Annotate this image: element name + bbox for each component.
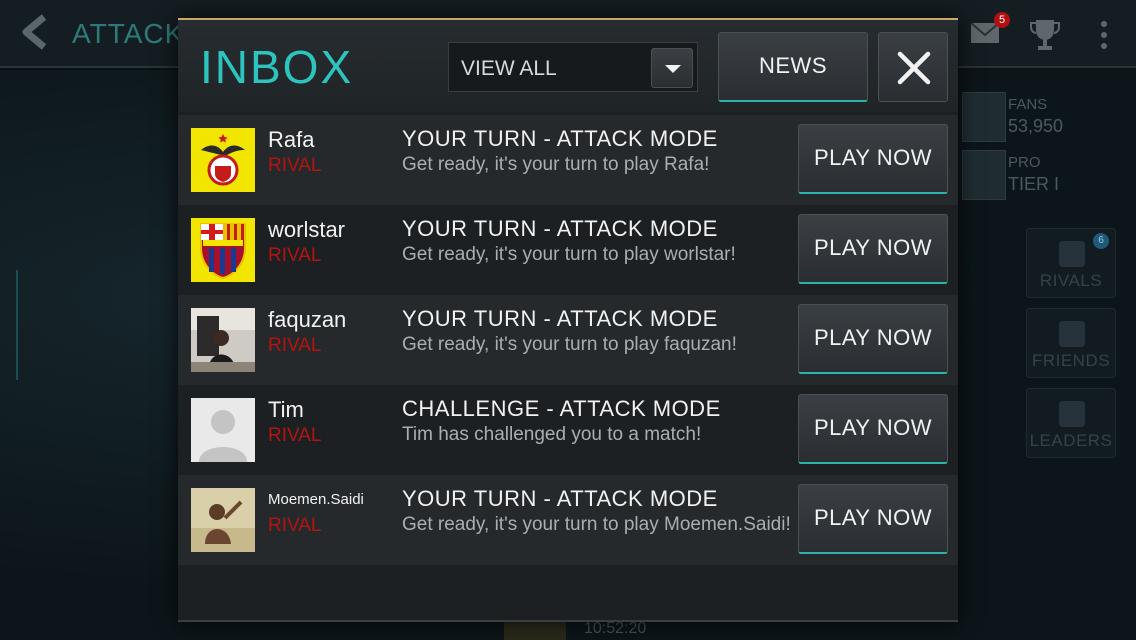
tier-stat: PRO TIER I xyxy=(962,150,1132,202)
role-badge: RIVAL xyxy=(268,515,322,536)
role-badge: RIVAL xyxy=(268,425,322,446)
username: worlstar xyxy=(268,217,346,242)
message-title: YOUR TURN - ATTACK MODE xyxy=(402,306,718,331)
rivals-label: RIVALS xyxy=(1039,271,1103,290)
fans-thumbnail xyxy=(962,92,1006,142)
background-bottom-thumb xyxy=(504,620,566,640)
message-title: YOUR TURN - ATTACK MODE xyxy=(402,126,718,151)
message-row: Moemen.Saidi RIVAL YOUR TURN - ATTACK MO… xyxy=(178,475,958,565)
username: Moemen.Saidi xyxy=(268,491,364,508)
trophy-icon[interactable] xyxy=(1030,18,1060,52)
role-badge: RIVAL xyxy=(268,155,322,176)
fans-label: FANS xyxy=(1008,96,1048,113)
news-button[interactable]: NEWS xyxy=(718,32,868,102)
play-now-button[interactable]: PLAY NOW xyxy=(798,484,948,554)
more-options-icon[interactable] xyxy=(1098,20,1110,50)
rivals-icon xyxy=(1059,241,1085,267)
filter-value: VIEW ALL xyxy=(461,57,557,80)
tier-thumbnail xyxy=(962,150,1006,200)
inbox-header: INBOX VIEW ALL NEWS xyxy=(178,20,958,112)
leaders-tile[interactable]: LEADERS xyxy=(1026,388,1116,458)
friends-tile[interactable]: FRIENDS xyxy=(1026,308,1116,378)
close-button[interactable] xyxy=(878,32,948,102)
message-body: Tim has challenged you to a match! xyxy=(402,424,702,445)
username: Rafa xyxy=(268,127,315,152)
role-badge: RIVAL xyxy=(268,245,322,266)
message-row: Rafa RIVAL YOUR TURN - ATTACK MODE Get r… xyxy=(178,115,958,205)
default-avatar-icon xyxy=(191,398,255,462)
user-photo xyxy=(191,308,255,372)
fans-stat: FANS 53,950 xyxy=(962,92,1132,144)
message-title: YOUR TURN - ATTACK MODE xyxy=(402,216,718,241)
chevron-down-icon xyxy=(665,65,681,73)
message-title: CHALLENGE - ATTACK MODE xyxy=(402,396,721,421)
message-body: Get ready, it's your turn to play faquza… xyxy=(402,334,737,355)
background-screen-title: ATTACK xyxy=(72,18,185,49)
leaders-label: LEADERS xyxy=(1029,431,1113,450)
message-row: Tim RIVAL CHALLENGE - ATTACK MODE Tim ha… xyxy=(178,385,958,475)
role-badge: RIVAL xyxy=(268,335,322,356)
tier-value: TIER I xyxy=(1008,174,1060,194)
message-row: worlstar RIVAL YOUR TURN - ATTACK MODE G… xyxy=(178,205,958,295)
rivals-tile[interactable]: 6 RIVALS xyxy=(1026,228,1116,298)
message-list: Rafa RIVAL YOUR TURN - ATTACK MODE Get r… xyxy=(178,115,958,565)
message-title: YOUR TURN - ATTACK MODE xyxy=(402,486,718,511)
background-glow xyxy=(0,270,18,380)
inbox-modal: INBOX VIEW ALL NEWS Rafa RIVAL YOUR TURN… xyxy=(178,18,958,622)
message-body: Get ready, it's your turn to play worlst… xyxy=(402,244,736,265)
leaders-icon xyxy=(1059,401,1085,427)
play-now-button[interactable]: PLAY NOW xyxy=(798,394,948,464)
username: Tim xyxy=(268,397,304,422)
user-photo xyxy=(191,488,255,552)
filter-dropdown[interactable]: VIEW ALL xyxy=(448,42,698,92)
background-timer: 10:52:20 xyxy=(584,620,647,637)
play-now-button[interactable]: PLAY NOW xyxy=(798,304,948,374)
fans-value: 53,950 xyxy=(1008,116,1064,136)
message-body: Get ready, it's your turn to play Rafa! xyxy=(402,154,710,175)
friends-label: FRIENDS xyxy=(1031,351,1111,370)
friends-icon xyxy=(1059,321,1085,347)
username: faquzan xyxy=(268,307,347,332)
message-row: faquzan RIVAL YOUR TURN - ATTACK MODE Ge… xyxy=(178,295,958,385)
dropdown-toggle-button[interactable] xyxy=(651,48,693,88)
play-now-button[interactable]: PLAY NOW xyxy=(798,214,948,284)
benfica-crest-icon xyxy=(191,128,255,192)
back-arrow-icon[interactable] xyxy=(18,14,52,50)
rivals-badge: 6 xyxy=(1093,233,1109,249)
barcelona-crest-icon xyxy=(191,218,255,282)
mail-badge: 5 xyxy=(994,12,1010,28)
close-icon xyxy=(897,51,931,85)
play-now-button[interactable]: PLAY NOW xyxy=(798,124,948,194)
tier-label: PRO xyxy=(1008,154,1041,171)
inbox-title: INBOX xyxy=(200,41,354,93)
message-body: Get ready, it's your turn to play Moemen… xyxy=(402,514,791,535)
